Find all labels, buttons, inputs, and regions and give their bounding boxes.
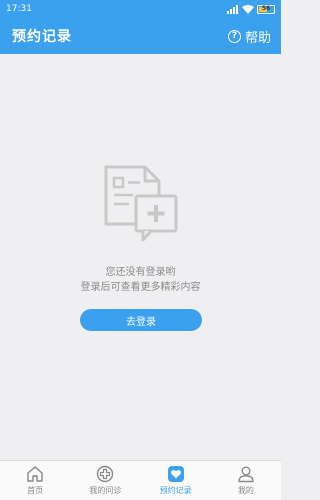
home-icon [27, 466, 43, 482]
wifi-icon [242, 4, 254, 14]
tab-home-label: 首页 [27, 486, 44, 495]
document-add-icon [104, 165, 178, 242]
help-label: 帮助 [244, 30, 271, 46]
signal-icon [227, 4, 238, 14]
tab-appointment-records-label: 预约记录 [159, 486, 192, 495]
tab-appointment-records[interactable]: 预约记录 [141, 461, 211, 500]
tab-my-consultations[interactable]: 我的问诊 [70, 461, 140, 500]
page-title: 预约记录 [12, 29, 72, 45]
medical-cross-icon [97, 465, 114, 483]
help-button[interactable]: ? 帮助 [227, 27, 271, 46]
tab-home[interactable]: 首页 [0, 461, 70, 500]
tab-my-consultations-label: 我的问诊 [89, 486, 122, 495]
login-button[interactable]: 去登录 [80, 309, 202, 331]
heart-shield-icon [167, 466, 184, 482]
battery-icon: 56 [257, 4, 275, 14]
tab-mine-label: 我的 [237, 486, 254, 495]
status-bar: 17:31 56 [0, 0, 281, 18]
empty-state-title: 您还没有登录哟 [105, 267, 176, 278]
user-icon [238, 466, 254, 483]
battery-level: 56 [261, 5, 271, 12]
help-icon: ? [227, 29, 241, 43]
status-icons: 56 [227, 4, 275, 14]
tab-bar: 首页 我的问诊 预约记录 我的 [0, 460, 281, 500]
tab-mine[interactable]: 我的 [211, 461, 281, 500]
status-time: 17:31 [6, 4, 32, 14]
empty-state-subtitle: 登录后可查看更多精彩内容 [80, 282, 201, 293]
app-header: 预约记录 ? 帮助 [0, 18, 281, 54]
